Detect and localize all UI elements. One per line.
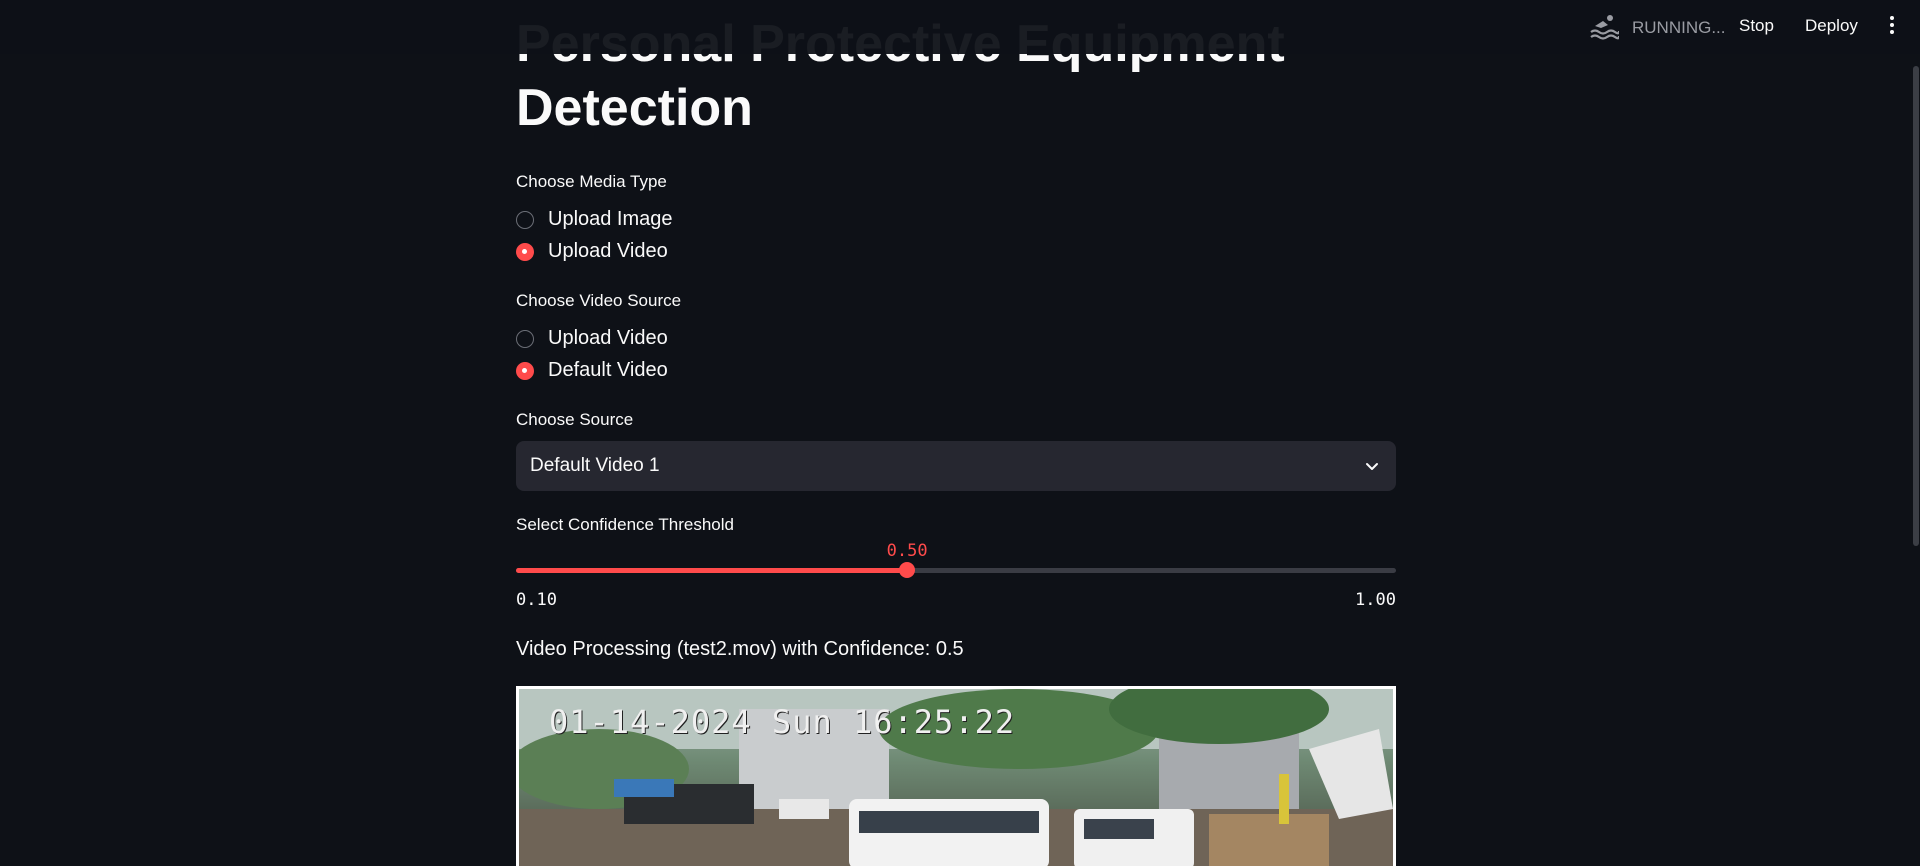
video-image: 01-14-2024 Sun 16:25:22 xyxy=(519,689,1393,866)
scrollbar-thumb[interactable] xyxy=(1913,66,1919,546)
video-timestamp: 01-14-2024 Sun 16:25:22 xyxy=(549,703,1016,741)
processing-caption: Video Processing (test2.mov) with Confid… xyxy=(516,638,964,660)
chevron-down-icon xyxy=(1366,463,1378,470)
running-status: RUNNING... xyxy=(1632,18,1726,37)
slider-current-value: 0.50 xyxy=(886,541,928,561)
deploy-button[interactable]: Deploy xyxy=(1805,16,1858,36)
confidence-label: Select Confidence Threshold xyxy=(516,515,734,534)
source-label: Choose Source xyxy=(516,410,634,429)
confidence-slider-track[interactable] xyxy=(516,562,1396,578)
radio-label: Upload Image xyxy=(548,208,673,230)
confidence-slider-thumb[interactable] xyxy=(899,562,916,578)
vertical-dots-icon[interactable] xyxy=(1888,16,1896,38)
app-header: RUNNING... Stop Deploy xyxy=(0,0,1920,54)
radio-label: Upload Video xyxy=(548,240,668,262)
source-select[interactable]: Default Video 1 xyxy=(516,441,1396,491)
radio-label: Upload Video xyxy=(548,327,668,349)
swimmer-icon xyxy=(1590,15,1619,40)
radio-circle-checked[interactable] xyxy=(516,242,534,261)
radio-upload-image[interactable]: Upload Image xyxy=(516,208,673,231)
radio-label: Default Video xyxy=(548,359,668,381)
source-select-value: Default Video 1 xyxy=(530,455,660,476)
confidence-slider-fill xyxy=(516,568,908,573)
stop-button[interactable]: Stop xyxy=(1739,16,1774,36)
radio-circle-checked[interactable] xyxy=(516,361,534,380)
video-source-label: Choose Video Source xyxy=(516,291,682,310)
radio-source-upload-video[interactable]: Upload Video xyxy=(516,327,668,350)
radio-circle[interactable] xyxy=(516,210,534,229)
slider-max-label: 1.00 xyxy=(1355,590,1396,610)
radio-circle[interactable] xyxy=(516,329,534,348)
media-type-label: Choose Media Type xyxy=(516,172,667,191)
slider-min-label: 0.10 xyxy=(516,590,557,610)
video-frame: 01-14-2024 Sun 16:25:22 xyxy=(516,686,1396,866)
radio-upload-video[interactable]: Upload Video xyxy=(516,240,668,263)
radio-source-default-video[interactable]: Default Video xyxy=(516,359,668,382)
